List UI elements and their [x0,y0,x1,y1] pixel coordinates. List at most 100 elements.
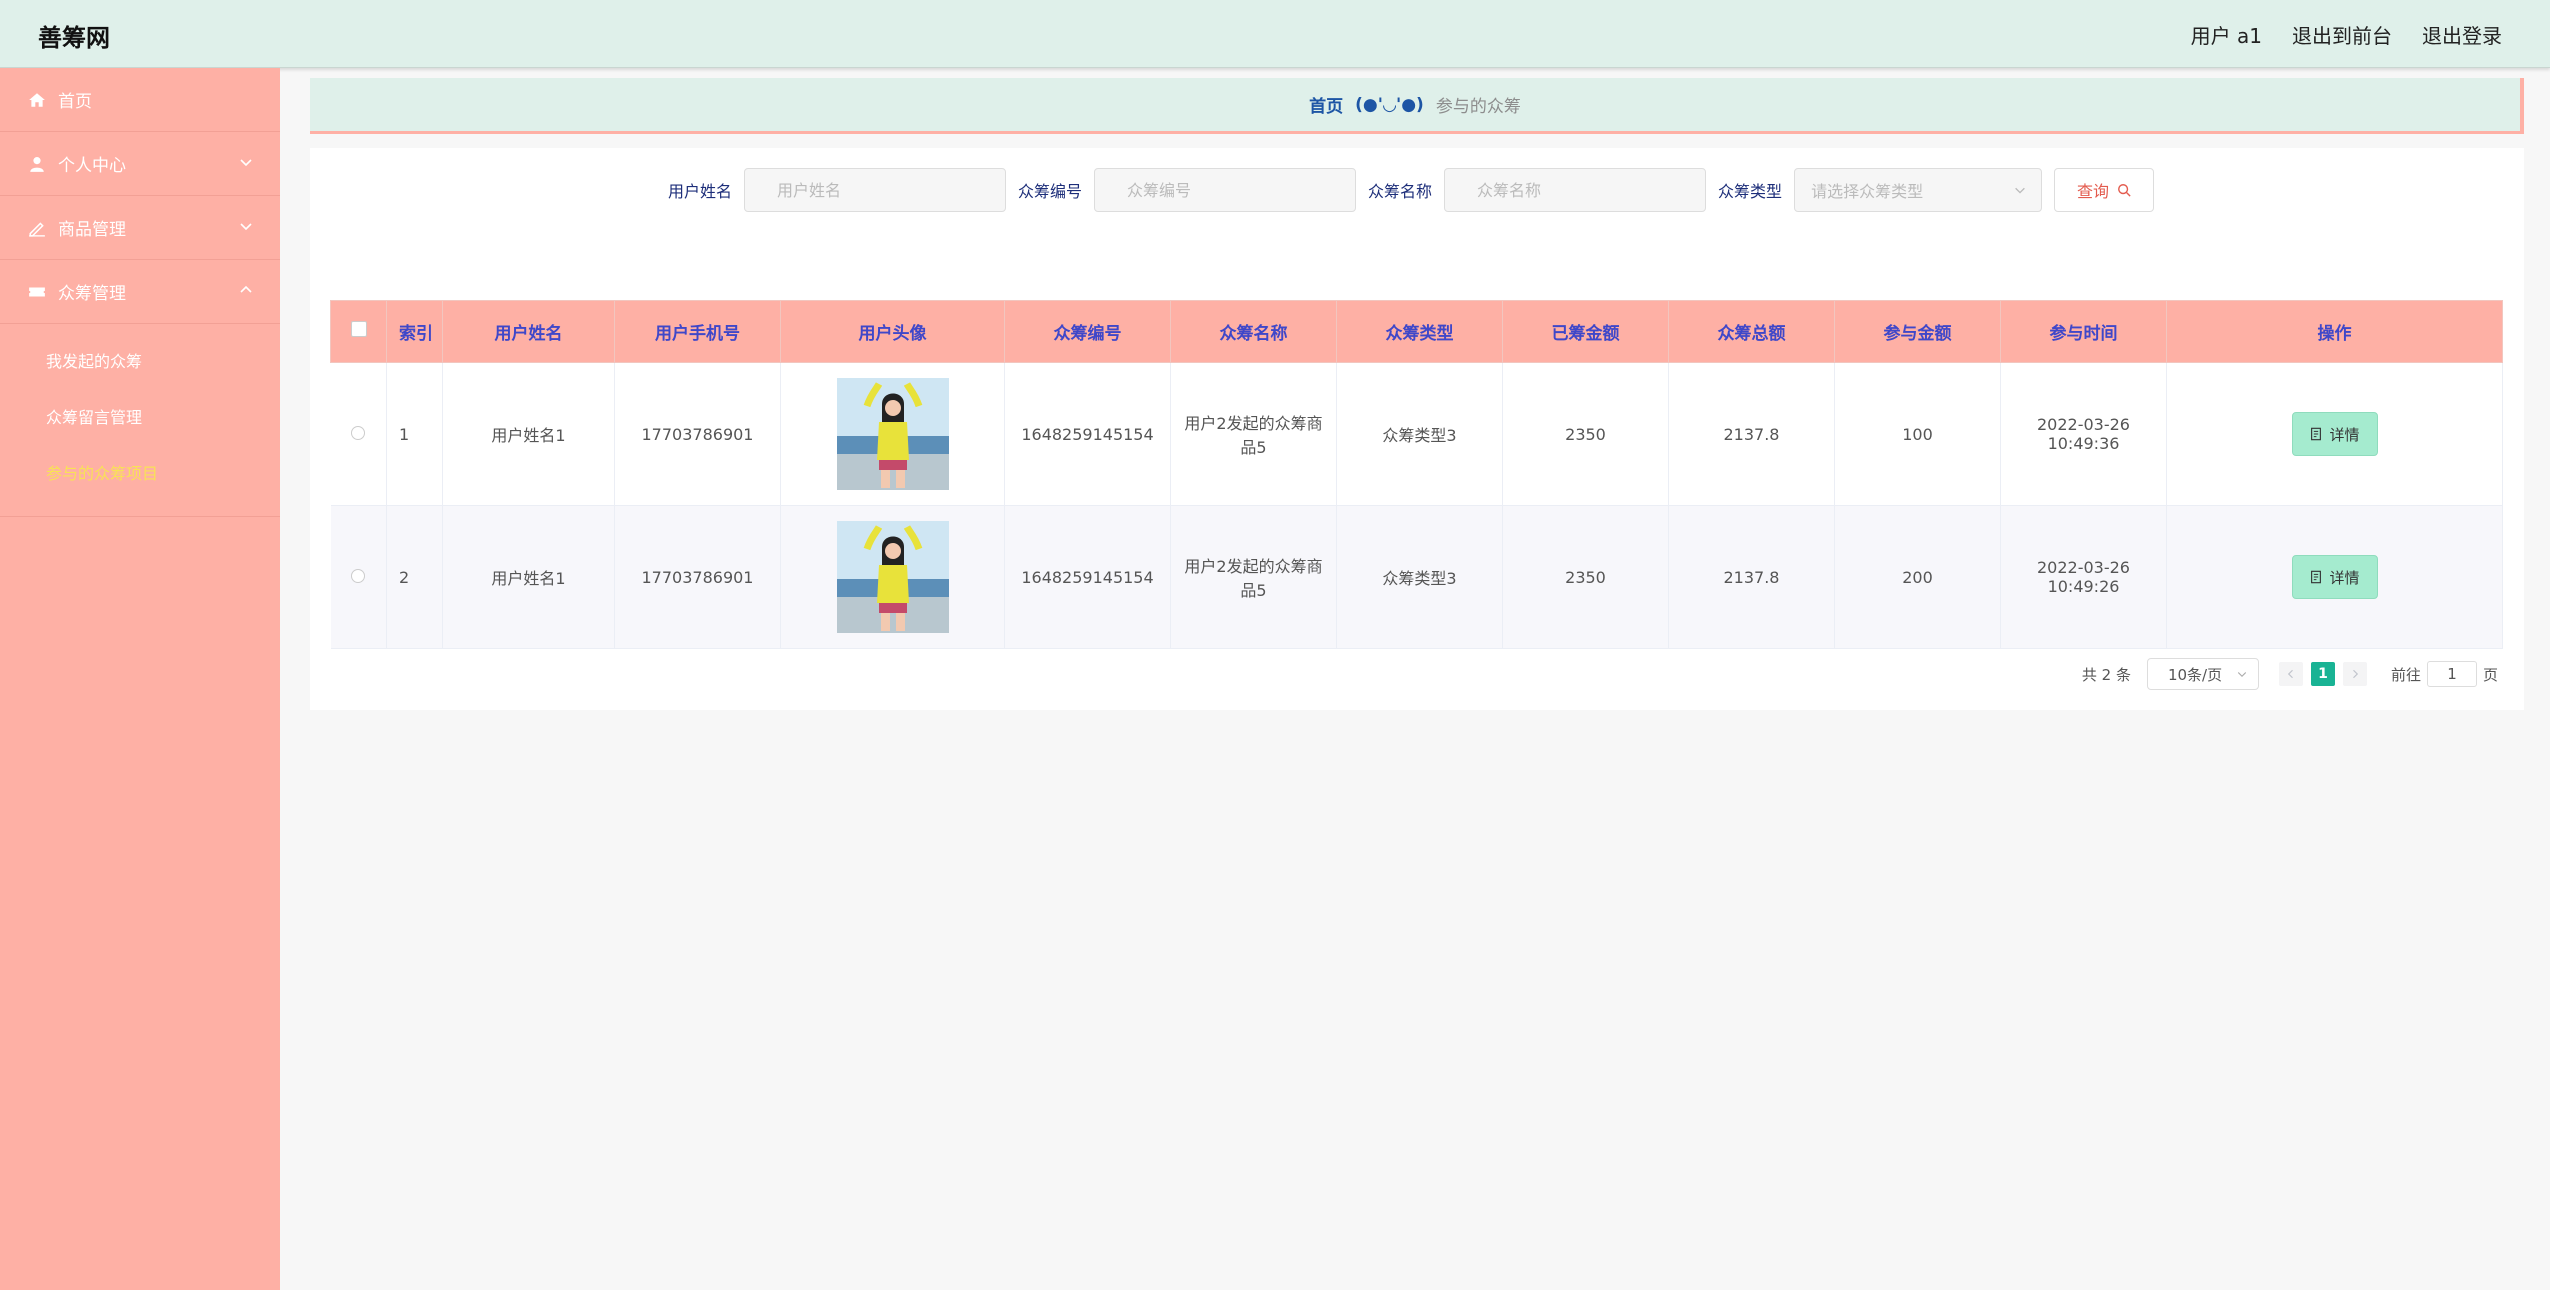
col-label: 参与金额 [1883,324,1952,344]
code-label: 众筹编号 [1018,182,1083,201]
cell-name: 用户2发起的众筹商品5 [1170,505,1337,649]
col-code[interactable]: 众筹编号 [1004,300,1171,363]
cell-index: 1 [386,362,443,506]
col-amount[interactable]: 参与金额 [1834,300,2001,363]
cell-index: 2 [386,505,443,649]
pagination-total: 共 2 条 [2081,665,2131,684]
submenu-crowdfunding-messages[interactable]: 众筹留言管理 [0,388,280,444]
query-button-label: 查询 [2077,182,2110,201]
col-action: 操作 [2166,300,2503,363]
cell-phone: 17703786901 [614,362,781,506]
breadcrumb-home[interactable]: 首页 [1309,92,1343,117]
row-select-cell [330,362,387,506]
col-username[interactable]: 用户姓名 [442,300,615,363]
chevron-up-icon [240,285,252,293]
exit-to-front-link[interactable]: 退出到前台 [2292,20,2392,49]
detail-button[interactable]: 详情 [2291,412,2378,456]
user-icon [30,156,44,172]
cell-raised: 2350 [1502,362,1669,506]
col-label: 用户手机号 [655,324,740,344]
data-table-wrapper: 索引 用户姓名 用户手机号 用户头像 众筹编号 众筹名称 众筹类型 已筹金额 众… [330,300,2503,649]
col-label: 众筹编号 [1053,324,1122,344]
col-avatar[interactable]: 用户头像 [780,300,1005,363]
type-select[interactable]: 请选择众筹类型 [1794,168,2043,212]
username-input[interactable] [744,168,1007,212]
col-label: 众筹类型 [1385,324,1454,344]
col-total[interactable]: 众筹总额 [1668,300,1835,363]
select-all-checkbox[interactable] [350,321,367,337]
home-icon [29,92,45,107]
sidebar-item-crowdfunding[interactable]: 众筹管理 [0,260,280,324]
prev-page-button[interactable] [2278,662,2303,686]
pagination: 共 2 条 10条/页 1 前往 页 [2082,658,2498,690]
row-checkbox[interactable] [351,568,366,583]
cell-time: 2022-03-26 10:49:36 [2000,362,2167,506]
row-select-cell [330,505,387,649]
sidebar-item-goods[interactable]: 商品管理 [0,196,280,260]
detail-button[interactable]: 详情 [2291,555,2378,599]
col-raised[interactable]: 已筹金额 [1502,300,1669,363]
submenu-my-crowdfunding[interactable]: 我发起的众筹 [0,332,280,388]
goto-label: 前往 [2390,665,2421,684]
chevron-down-icon [2015,187,2025,194]
select-all-header [330,300,387,363]
cell-username: 用户姓名1 [442,505,615,649]
breadcrumb-separator: (●'◡'●) [1355,94,1424,115]
cell-phone: 17703786901 [614,505,781,649]
cell-code: 1648259145154 [1004,362,1171,506]
current-user[interactable]: 用户 a1 [2191,20,2262,49]
col-name[interactable]: 众筹名称 [1170,300,1337,363]
name-label: 众筹名称 [1368,182,1433,201]
cell-username: 用户姓名1 [442,362,615,506]
type-label: 众筹类型 [1718,182,1783,201]
sidebar-item-label: 众筹管理 [58,284,126,304]
page-number-current[interactable]: 1 [2310,662,2335,686]
ticket-icon [29,287,45,296]
page-size-value: 10条/页 [2167,665,2223,684]
col-type[interactable]: 众筹类型 [1336,300,1503,363]
breadcrumb-current: 参与的众筹 [1435,97,1521,117]
search-form: 用户姓名 众筹编号 众筹名称 众筹类型 请选择众筹类型 查询 [668,168,2155,212]
sidebar-item-label: 商品管理 [58,220,126,240]
table-row: 1 用户姓名1 17703786901 1648259145154 用户2发起的… [330,362,2503,506]
sidebar-item-home[interactable]: 首页 [0,68,280,132]
sidebar-item-personal-center[interactable]: 个人中心 [0,132,280,196]
avatar[interactable] [836,521,949,633]
page-size-select[interactable]: 10条/页 [2146,658,2259,690]
chevron-left-icon [2287,669,2293,679]
cell-type: 众筹类型3 [1336,362,1503,506]
chevron-right-icon [2353,669,2359,679]
cell-amount: 100 [1834,362,2001,506]
query-button[interactable]: 查询 [2054,168,2155,212]
top-nav: 用户 a1 退出到前台 退出登录 [2191,20,2502,49]
name-input[interactable] [1444,168,1707,212]
logout-link[interactable]: 退出登录 [2422,20,2502,49]
cell-total: 2137.8 [1668,362,1835,506]
col-index: 索引 [386,300,443,363]
col-phone[interactable]: 用户手机号 [614,300,781,363]
detail-button-label: 详情 [2329,425,2360,444]
cell-code: 1648259145154 [1004,505,1171,649]
avatar[interactable] [836,378,949,490]
col-time[interactable]: 参与时间 [2000,300,2167,363]
row-checkbox[interactable] [351,425,366,440]
top-bar: 善筹网 用户 a1 退出到前台 退出登录 [0,0,2550,68]
submenu-joined-crowdfunding[interactable]: 参与的众筹项目 [0,444,280,500]
document-icon [2311,427,2322,441]
code-input[interactable] [1094,168,1357,212]
goto-page-input[interactable] [2426,661,2477,687]
table-header-row: 索引 用户姓名 用户手机号 用户头像 众筹编号 众筹名称 众筹类型 已筹金额 众… [330,300,2503,363]
cell-avatar [780,505,1005,649]
cell-action: 详情 [2166,362,2503,506]
username-label: 用户姓名 [668,182,733,201]
cell-amount: 200 [1834,505,2001,649]
content-card: 用户姓名 众筹编号 众筹名称 众筹类型 请选择众筹类型 查询 [310,148,2524,710]
chevron-down-icon [2237,672,2247,678]
col-label: 用户头像 [858,324,927,344]
next-page-button[interactable] [2342,662,2367,686]
sidebar: 首页 个人中心 商品管理 众筹管理 我发起的众筹 众筹留言管理 参与的众筹项目 [0,68,280,1290]
chevron-down-icon [240,159,252,167]
cell-raised: 2350 [1502,505,1669,649]
data-table: 索引 用户姓名 用户手机号 用户头像 众筹编号 众筹名称 众筹类型 已筹金额 众… [330,300,2503,649]
col-label: 已筹金额 [1551,324,1620,344]
